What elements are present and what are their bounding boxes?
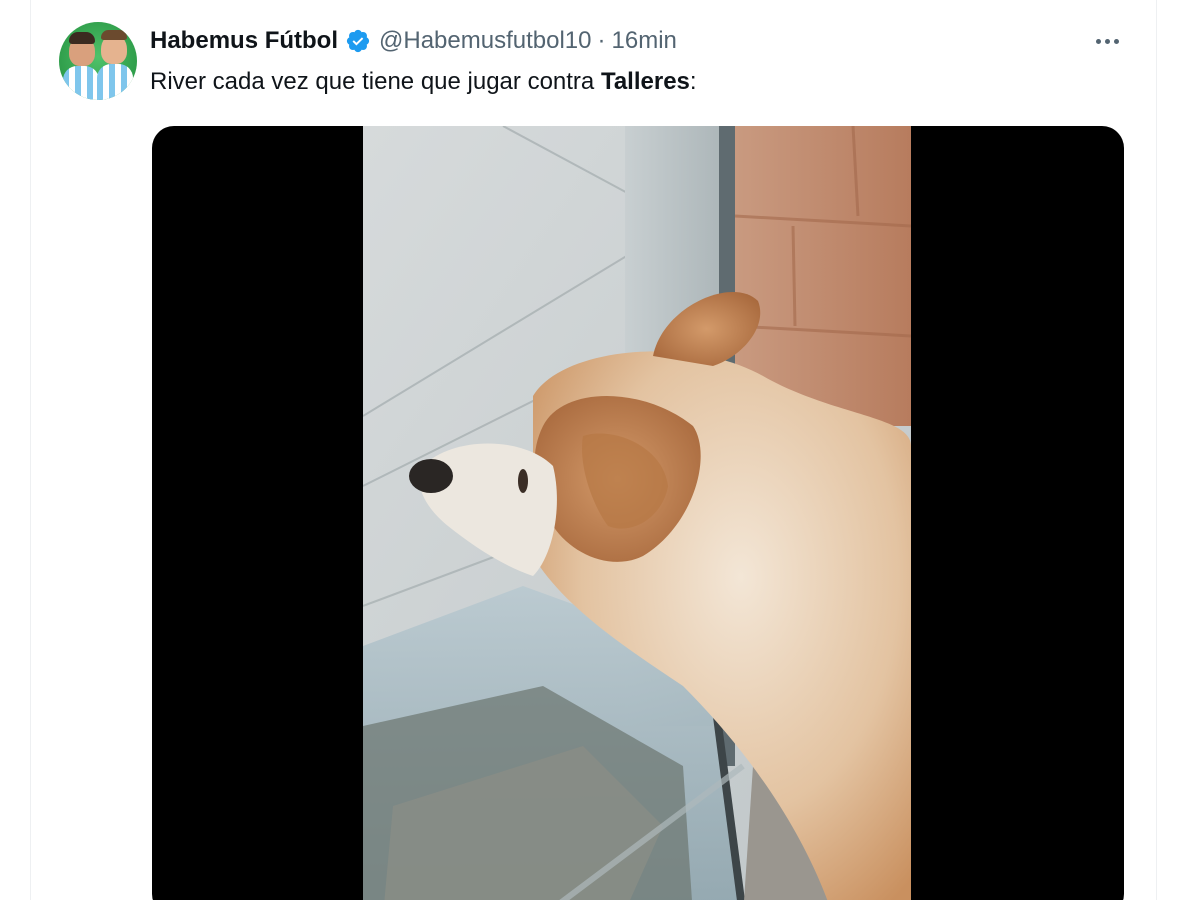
verified-badge-icon xyxy=(345,28,371,54)
tweet-text-bold[interactable]: Talleres xyxy=(601,68,690,95)
timestamp[interactable]: 16min xyxy=(612,27,677,55)
separator-dot: · xyxy=(597,27,606,54)
tweet-text-suffix: : xyxy=(689,68,697,95)
card-border-left xyxy=(30,0,31,900)
avatar[interactable] xyxy=(59,22,137,100)
card-border-right xyxy=(1156,0,1157,900)
tweet-text: River cada vez que tiene que jugar contr… xyxy=(150,68,697,96)
tweet-card: Habemus Fútbol @Habemusfutbol10 · 16min … xyxy=(0,0,1200,900)
display-name[interactable]: Habemus Fútbol xyxy=(150,27,338,55)
video-frame[interactable] xyxy=(363,126,911,900)
tweet-header: Habemus Fútbol @Habemusfutbol10 · 16min xyxy=(150,26,677,56)
dog-at-window-image xyxy=(363,126,911,900)
more-options-icon[interactable] xyxy=(1090,26,1124,56)
tweet-media-video[interactable] xyxy=(152,126,1124,900)
tweet-text-prefix: River cada vez que tiene que jugar contr… xyxy=(150,68,601,95)
handle[interactable]: @Habemusfutbol10 xyxy=(379,27,591,55)
